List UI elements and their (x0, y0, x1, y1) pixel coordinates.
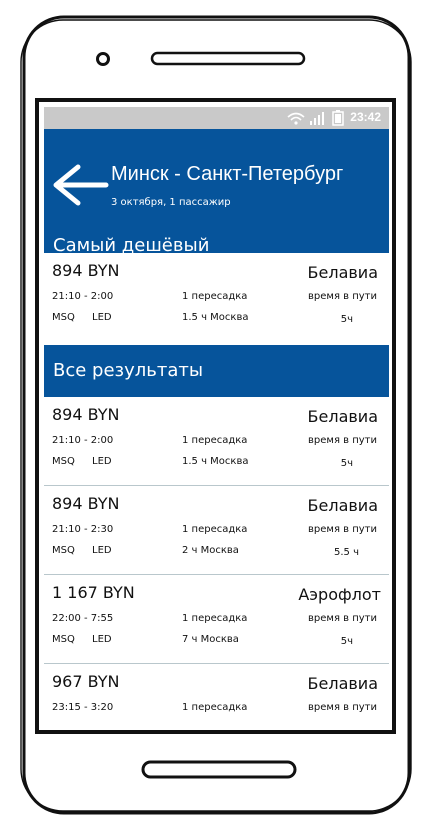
travel-time-label: время в пути (308, 524, 377, 535)
arrow-left-icon[interactable] (50, 161, 110, 209)
layover-info: 1.5 ч Москва (182, 456, 249, 467)
flight-stops: 1 пересадка (182, 524, 248, 535)
travel-time-label: время в пути (308, 291, 377, 302)
airport-codes: MSQ LED (52, 312, 112, 323)
airport-codes: MSQ LED (52, 634, 112, 645)
signal-icon (310, 112, 324, 125)
flight-times: 21:10 - 2:00 (52, 435, 114, 446)
flight-stops: 1 пересадка (182, 435, 248, 446)
flight-card[interactable]: 967 BYN Белавиа 23:15 - 3:20 1 пересадка… (44, 664, 389, 727)
travel-time-label: время в пути (308, 613, 377, 624)
wifi-icon (287, 112, 305, 125)
flight-card[interactable]: 894 BYN Белавиа 21:10 - 2:00 1 пересадка… (44, 397, 389, 486)
flight-duration: 5ч (340, 636, 353, 647)
layover-info: 2 ч Москва (182, 545, 239, 556)
airline-name: Аэрофлот (298, 585, 381, 604)
phone-screen: 23:42 Минск - Санкт-Петербург 3 октября,… (44, 107, 389, 727)
flight-times: 21:10 - 2:00 (52, 291, 114, 302)
flight-times: 23:15 - 3:20 (52, 702, 114, 713)
flight-price: 894 BYN (52, 261, 120, 280)
flight-card-cheapest[interactable]: 894 BYN Белавиа 21:10 - 2:00 1 пересадка… (44, 253, 389, 345)
airline-name: Белавиа (307, 407, 378, 426)
flight-stops: 1 пересадка (182, 291, 248, 302)
flight-times: 22:00 - 7:55 (52, 613, 114, 624)
flight-card[interactable]: 894 BYN Белавиа 21:10 - 2:30 1 пересадка… (44, 486, 389, 575)
flight-card[interactable]: 1 167 BYN Аэрофлот 22:00 - 7:55 1 переса… (44, 575, 389, 664)
airport-codes: MSQ LED (52, 545, 112, 556)
layover-info: 1.5 ч Москва (182, 312, 249, 323)
flight-price: 894 BYN (52, 405, 120, 424)
layover-info: 7 ч Москва (182, 634, 239, 645)
airline-name: Белавиа (307, 263, 378, 282)
flight-price: 894 BYN (52, 494, 120, 513)
route-subtitle: 3 октября, 1 пассажир (111, 197, 231, 208)
flight-price: 967 BYN (52, 672, 120, 691)
travel-time-label: время в пути (308, 435, 377, 446)
status-time: 23:42 (350, 110, 381, 124)
flight-duration: 5ч (340, 458, 353, 469)
flight-duration: 5.5 ч (334, 547, 359, 558)
travel-time-label: время в пути (308, 702, 377, 713)
flight-price: 1 167 BYN (52, 583, 135, 602)
airline-name: Белавиа (307, 674, 378, 693)
flight-stops: 1 пересадка (182, 613, 248, 624)
section-title-all: Все результаты (53, 360, 204, 381)
flight-duration: 5ч (340, 314, 353, 325)
flight-times: 21:10 - 2:30 (52, 524, 114, 535)
flight-stops: 1 пересадка (182, 702, 248, 713)
airline-name: Белавиа (307, 496, 378, 515)
airport-codes: MSQ LED (52, 456, 112, 467)
status-bar: 23:42 (44, 107, 389, 129)
battery-icon (332, 110, 344, 126)
route-title: Минск - Санкт-Петербург (111, 163, 344, 185)
